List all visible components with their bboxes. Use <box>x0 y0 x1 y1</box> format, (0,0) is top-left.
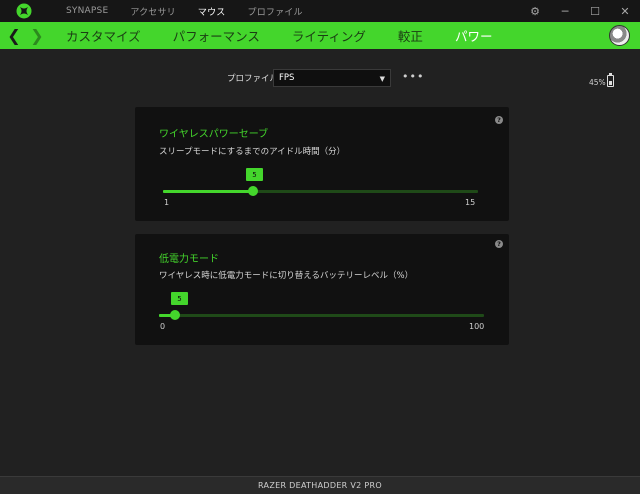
help-icon[interactable]: ? <box>495 116 503 124</box>
tab-power[interactable]: パワー <box>455 26 493 45</box>
minimize-icon[interactable]: ─ <box>550 0 580 22</box>
window-controls: ⚙ ─ ☐ ✕ <box>520 0 640 22</box>
battery-level-slider-thumb[interactable] <box>170 310 181 320</box>
profile-label: プロファイル <box>227 74 279 84</box>
forward-arrow-icon[interactable]: ❯ <box>28 22 46 49</box>
tab-performance[interactable]: パフォーマンス <box>173 26 260 45</box>
chevron-down-icon: ▼ <box>379 75 385 83</box>
razer-logo-icon[interactable] <box>16 3 32 19</box>
slider-min-label: 0 <box>160 322 166 331</box>
tab-bar: ❮ ❯ カスタマイズ パフォーマンス ライティング 較正 パワー <box>0 22 640 49</box>
profile-dropdown[interactable]: FPS ▼ <box>273 69 391 87</box>
idle-time-slider-thumb[interactable] <box>248 186 258 196</box>
top-nav: SYNAPSE アクセサリ マウス プロファイル <box>66 0 325 22</box>
profile-dropdown-value: FPS <box>279 73 295 83</box>
power-saving-description: スリープモードにするまでのアイドル時間（分） <box>159 147 346 157</box>
low-power-title: 低電力モード <box>159 254 219 265</box>
power-saving-title: ワイヤレスパワーセーブ <box>159 129 269 140</box>
slider-max-label: 15 <box>465 198 476 207</box>
slider-value-badge: 5 <box>246 168 263 181</box>
device-name-footer: RAZER DEATHADDER V2 PRO <box>0 476 640 494</box>
battery-percent: 45% <box>589 78 606 87</box>
tab-calibration[interactable]: 較正 <box>398 26 423 45</box>
close-icon[interactable]: ✕ <box>610 0 640 22</box>
maximize-icon[interactable]: ☐ <box>580 0 610 22</box>
user-avatar[interactable] <box>609 25 630 46</box>
low-power-card: 低電力モード ワイヤレス時に低電力モードに切り替えるバッテリーレベル（%） ? … <box>135 234 509 345</box>
slider-min-label: 1 <box>164 198 170 207</box>
slider-max-label: 100 <box>469 322 485 331</box>
idle-time-slider-fill <box>163 190 253 193</box>
tab-lighting[interactable]: ライティング <box>292 26 366 45</box>
tab-customize[interactable]: カスタマイズ <box>66 26 141 45</box>
slider-value-badge: 5 <box>171 292 188 305</box>
more-options-icon[interactable]: ••• <box>402 70 424 83</box>
title-bar: SYNAPSE アクセサリ マウス プロファイル ⚙ ─ ☐ ✕ <box>0 0 640 22</box>
settings-gear-icon[interactable]: ⚙ <box>520 0 550 22</box>
low-power-description: ワイヤレス時に低電力モードに切り替えるバッテリーレベル（%） <box>159 271 414 281</box>
top-nav-synapse[interactable]: SYNAPSE <box>66 6 108 16</box>
battery-level-slider-track[interactable] <box>159 314 484 317</box>
top-nav-profiles[interactable]: プロファイル <box>248 5 303 18</box>
battery-icon <box>607 73 614 87</box>
back-arrow-icon[interactable]: ❮ <box>5 22 23 49</box>
top-nav-mouse[interactable]: マウス <box>198 5 226 18</box>
help-icon[interactable]: ? <box>495 240 503 248</box>
device-tabs: カスタマイズ パフォーマンス ライティング 較正 パワー <box>66 22 524 49</box>
power-saving-card: ワイヤレスパワーセーブ スリープモードにするまでのアイドル時間（分） ? 5 1… <box>135 107 509 221</box>
top-nav-accessories[interactable]: アクセサリ <box>130 5 176 18</box>
